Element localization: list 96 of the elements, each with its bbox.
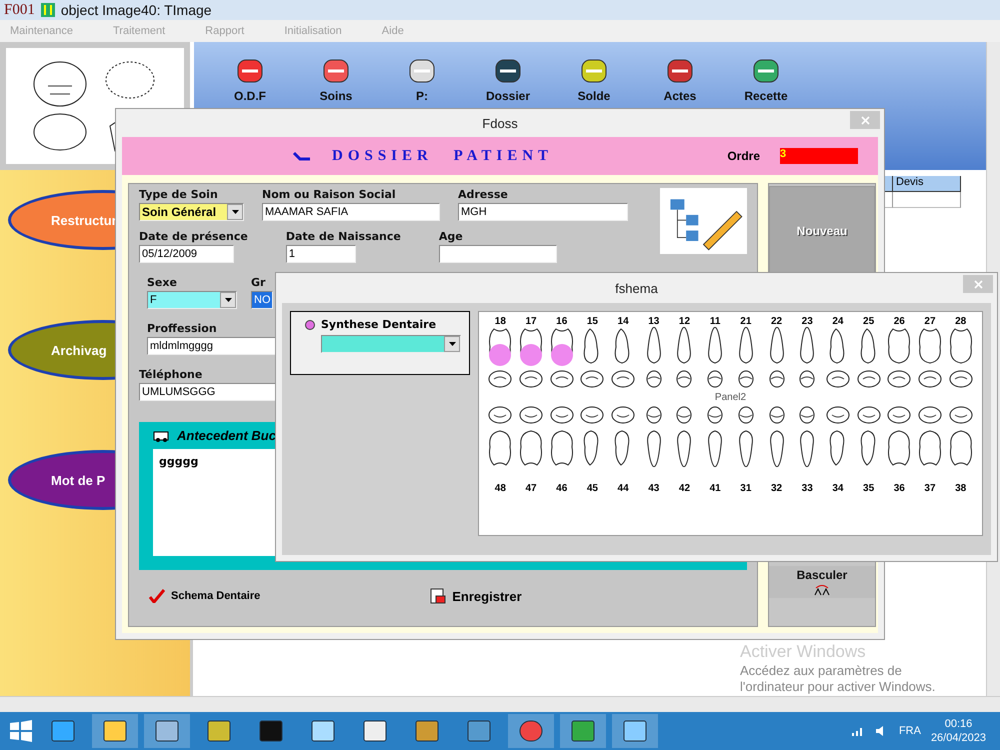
column-header[interactable]: Devis — [893, 176, 961, 192]
pen-stroke-icon — [292, 151, 312, 161]
input-field[interactable] — [438, 245, 557, 263]
toolbar-button[interactable]: Actes — [649, 56, 711, 106]
toolbar-button[interactable]: O.D.F — [219, 56, 281, 106]
tooth-number: 38 — [955, 483, 966, 494]
dialog-title: Fdoss — [482, 116, 518, 130]
dropdown[interactable]: Soin Général — [139, 203, 244, 221]
dropdown-arrow-icon — [224, 298, 232, 302]
overlay-text: F001 — [4, 2, 35, 18]
input-field[interactable]: 05/12/2009 — [139, 245, 234, 263]
toolbar-button[interactable]: Recette — [735, 56, 797, 106]
tooth-number: 37 — [924, 483, 936, 494]
tooth-number: 28 — [955, 316, 966, 327]
field-label: Sexe — [147, 276, 178, 289]
field-label: Date de Naissance — [286, 230, 401, 243]
taskbar-app-icon[interactable] — [310, 719, 336, 743]
tooth-number: 44 — [618, 483, 629, 494]
taskbar-app-icon[interactable] — [50, 719, 76, 743]
tooth-number: 32 — [770, 483, 782, 494]
input-field[interactable]: MGH — [458, 203, 628, 221]
horizontal-scrollbar[interactable] — [0, 696, 1000, 712]
start-icon[interactable] — [8, 718, 34, 744]
tooth-number: 36 — [894, 483, 905, 494]
check-icon — [149, 589, 165, 603]
tooth-number: 34 — [832, 483, 844, 494]
tooth-number: 47 — [525, 483, 537, 494]
dialog-title: fshema — [615, 280, 658, 296]
taskbar-app-icon[interactable] — [258, 719, 284, 743]
activation-text: Accédez aux paramètres de — [740, 663, 903, 678]
tooth-number: 15 — [586, 316, 598, 327]
input-field[interactable]: 1 — [286, 245, 356, 263]
save-icon — [430, 588, 446, 604]
radio-option[interactable]: Synthese Dentaire — [305, 318, 455, 331]
toolbar-button[interactable]: Soins — [305, 56, 367, 106]
tooth-number: 42 — [678, 483, 690, 494]
input-field[interactable]: MAAMAR SAFIA — [262, 203, 440, 221]
tooth-number: 12 — [678, 316, 690, 327]
tooth-number: 25 — [863, 316, 874, 327]
schema-checkbox[interactable]: Schema Dentaire — [149, 589, 260, 603]
header-title: DOSSIER PATIENT — [332, 148, 554, 164]
toolbar-button[interactable]: Solde — [563, 56, 625, 106]
taskbar-app-icon[interactable] — [206, 719, 232, 743]
language-indicator[interactable]: FRA — [898, 725, 921, 737]
input-field[interactable]: NO — [251, 291, 273, 309]
dropdown-arrow-icon — [232, 210, 238, 214]
clock[interactable]: 00:16 26/04/2023 — [930, 718, 986, 744]
toolbar-button[interactable]: P: — [391, 56, 453, 106]
app-icon — [40, 3, 55, 17]
save-button[interactable]: Enregistrer — [430, 588, 522, 604]
tooth-number: 45 — [586, 483, 598, 494]
tooth-number: 24 — [832, 316, 844, 327]
taskbar-app-icon[interactable] — [154, 719, 180, 743]
taskbar-app-icon[interactable] — [414, 719, 440, 743]
close-icon — [974, 280, 982, 288]
tooth-number: 46 — [556, 483, 568, 494]
swap-icon — [813, 584, 831, 596]
window-title: object Image40: TImage — [60, 2, 212, 18]
field-label: Age — [438, 230, 464, 243]
tooth-number: 13 — [648, 316, 660, 327]
tooth-number: 14 — [618, 316, 629, 327]
field-label: Adresse — [458, 188, 509, 201]
side-button[interactable]: Basculer — [769, 566, 875, 598]
tooth-number: 43 — [648, 483, 660, 494]
tooth-number: 26 — [894, 316, 905, 327]
dropdown[interactable]: F — [147, 291, 237, 309]
tooth-number: 17 — [525, 316, 537, 327]
tooth-number: 35 — [863, 483, 874, 494]
taskbar-app-icon[interactable] — [102, 719, 128, 743]
toolbar-button[interactable]: Dossier — [477, 56, 539, 106]
order-label: Ordre — [727, 149, 760, 163]
tooth-number: 23 — [802, 316, 813, 327]
close-icon — [860, 116, 870, 124]
field-label: Nom ou Raison Social — [262, 188, 397, 201]
tooth-number: 16 — [556, 316, 568, 327]
tooth-number: 21 — [740, 316, 752, 327]
panel-label: Panel2 — [712, 392, 748, 402]
ambulance-icon — [153, 430, 171, 442]
tooth-number: 33 — [802, 483, 813, 494]
panel-title: Antecedent Buc — [177, 428, 276, 443]
order-field[interactable]: 3 — [780, 148, 858, 164]
tooth-number: 48 — [494, 483, 506, 494]
diagram-pencil-icon — [660, 188, 747, 254]
field-label: Gr — [251, 276, 266, 289]
tooth-number: 41 — [710, 483, 721, 494]
taskbar-app-icon[interactable] — [362, 719, 388, 743]
tooth-number: 11 — [710, 316, 720, 327]
taskbar-app-icon[interactable] — [622, 719, 648, 743]
tooth-number: 27 — [924, 316, 936, 327]
tooth-number: 22 — [770, 316, 782, 327]
network-icon[interactable] — [850, 725, 865, 737]
tooth-number: 31 — [740, 483, 752, 494]
tooth-number: 18 — [494, 316, 506, 327]
activation-text: l'ordinateur pour activer Windows. — [740, 679, 936, 694]
dropdown-arrow-icon — [448, 342, 456, 346]
dropdown[interactable] — [321, 335, 461, 353]
